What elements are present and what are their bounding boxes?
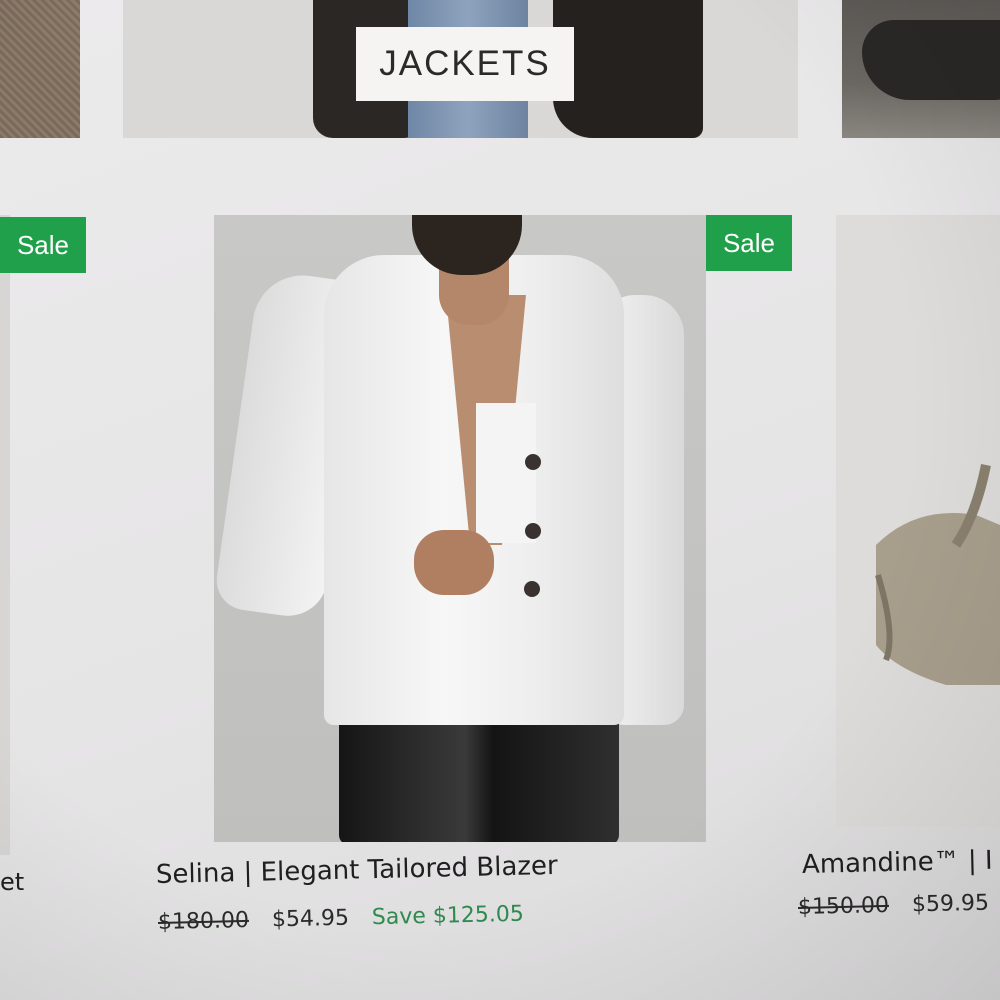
sale-price: $59.95 [911, 890, 990, 918]
product-image-selina-blazer[interactable] [214, 215, 706, 842]
category-tile-left[interactable] [0, 0, 80, 138]
product-image-left[interactable] [0, 215, 10, 855]
category-tile-right[interactable] [842, 0, 1000, 138]
price-row-amandine: $150.00 $59.95 [798, 890, 1000, 920]
price-row-selina: $180.00 $54.95 Save $125.05 [158, 902, 524, 935]
blazer-button-icon [525, 523, 541, 539]
category-label-jackets[interactable]: JACKETS [356, 27, 574, 101]
blazer-button-icon [524, 581, 540, 597]
sale-badge-left: Sale [0, 217, 86, 273]
category-image-shoe [862, 20, 1000, 100]
category-tile-jackets[interactable]: JACKETS [123, 0, 798, 138]
category-image-coat-2 [553, 0, 703, 138]
product-name-amandine[interactable]: Amandine™ | I [802, 846, 993, 880]
original-price: $180.00 [157, 907, 250, 935]
blazer-button-icon [525, 454, 541, 470]
product-image-amandine[interactable] [836, 215, 1000, 827]
shop-page: JACKETS Sale Sale et Selina | Elegant Ta… [0, 0, 1000, 1000]
handbag-icon [875, 464, 1000, 685]
savings-text: Save $125.05 [371, 901, 525, 931]
sale-price: $54.95 [271, 905, 350, 933]
model-crop-top [476, 403, 536, 543]
product-name-selina[interactable]: Selina | Elegant Tailored Blazer [156, 851, 558, 890]
model-hand [414, 530, 494, 595]
product-name-left[interactable]: et [0, 868, 24, 896]
original-price: $150.00 [797, 892, 890, 920]
sale-badge-main: Sale [706, 215, 792, 271]
